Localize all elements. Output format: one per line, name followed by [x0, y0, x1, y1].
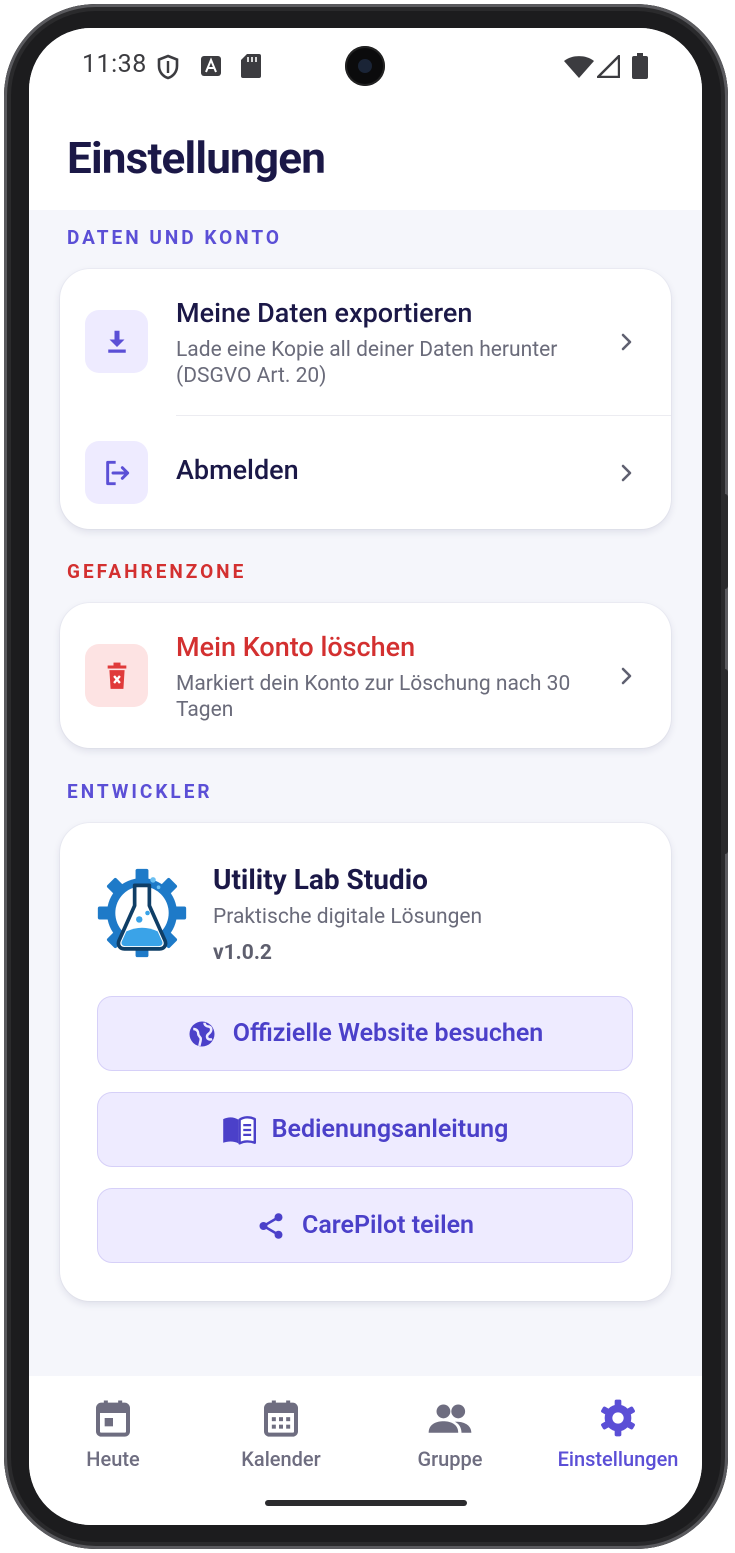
- logout-title: Abmelden: [176, 454, 299, 486]
- visit-website-button[interactable]: Offizielle Website besuchen: [97, 996, 633, 1071]
- logout-row[interactable]: Abmelden: [60, 416, 671, 529]
- screen: 11:38 Einstellungen DATEN UND KONTO Mein…: [29, 28, 702, 1525]
- export-data-title: Meine Daten exportieren: [176, 297, 473, 329]
- chevron-right-icon: [621, 333, 632, 351]
- sd-card-icon: [241, 54, 261, 78]
- nav-item-kalender[interactable]: Kalender: [211, 1398, 351, 1471]
- download-icon-badge: [85, 310, 148, 373]
- signal-icon: [597, 55, 620, 78]
- data-account-card: Meine Daten exportieren Lade eine Kopie …: [60, 269, 671, 529]
- section-label-data-account: DATEN UND KONTO: [67, 226, 283, 249]
- page-title: Einstellungen: [67, 132, 326, 184]
- status-bar: 11:38: [29, 28, 702, 110]
- share-icon: [259, 1212, 283, 1239]
- logout-icon-badge: [85, 441, 148, 504]
- chevron-right-icon: [621, 464, 632, 482]
- export-data-row[interactable]: Meine Daten exportieren Lade eine Kopie …: [60, 269, 671, 415]
- app-version: v1.0.2: [213, 941, 272, 965]
- export-data-subtitle: Lade eine Kopie all deiner Daten herunte…: [176, 338, 558, 388]
- developer-tagline: Praktische digitale Lösungen: [213, 905, 483, 929]
- section-label-danger-zone: GEFAHRENZONE: [67, 560, 247, 583]
- user-manual-button[interactable]: Bedienungsanleitung: [97, 1092, 633, 1167]
- chevron-right-icon: [621, 667, 632, 685]
- user-manual-label: Bedienungsanleitung: [271, 1115, 509, 1144]
- globe-icon: [189, 1021, 215, 1046]
- shield-icon: [157, 54, 179, 80]
- font-a-icon: [201, 56, 221, 76]
- wifi-icon: [564, 56, 594, 78]
- book-icon: [222, 1115, 256, 1145]
- delete-account-subtitle: Markiert dein Konto zur Löschung nach 30…: [176, 672, 571, 722]
- delete-account-row[interactable]: Mein Konto löschen Markiert dein Konto z…: [60, 603, 671, 748]
- battery-icon: [632, 53, 648, 79]
- trash-icon: [107, 662, 126, 689]
- volume-button: [721, 494, 728, 589]
- developer-name: Utility Lab Studio: [213, 863, 428, 896]
- power-button: [721, 669, 728, 854]
- front-camera: [345, 46, 385, 86]
- nav-label-heute: Heute: [86, 1447, 140, 1471]
- nav-label-gruppe: Gruppe: [417, 1447, 483, 1471]
- nav-label-kalender: Kalender: [241, 1447, 321, 1471]
- download-icon: [107, 330, 126, 353]
- visit-website-label: Offizielle Website besuchen: [232, 1019, 544, 1048]
- logout-icon: [105, 460, 129, 485]
- status-time: 11:38: [82, 50, 147, 79]
- danger-zone-card: Mein Konto löschen Markiert dein Konto z…: [60, 603, 671, 748]
- trash-icon-badge: [85, 644, 148, 707]
- nav-item-gruppe[interactable]: Gruppe: [380, 1398, 520, 1471]
- developer-card: Utility Lab Studio Praktische digitale L…: [60, 823, 671, 1301]
- calendar-today-icon: [96, 1400, 130, 1437]
- gear-icon: [601, 1399, 635, 1437]
- section-label-developer: ENTWICKLER: [67, 780, 213, 803]
- share-app-label: CarePilot teilen: [301, 1211, 475, 1240]
- group-icon: [428, 1404, 472, 1433]
- share-app-button[interactable]: CarePilot teilen: [97, 1188, 633, 1263]
- nav-label-einstellungen: Einstellungen: [557, 1447, 679, 1471]
- delete-account-title: Mein Konto löschen: [176, 631, 416, 663]
- app-header: Einstellungen: [29, 110, 702, 210]
- studio-logo-icon: [97, 868, 187, 958]
- nav-item-heute[interactable]: Heute: [43, 1398, 183, 1471]
- nav-item-einstellungen[interactable]: Einstellungen: [548, 1398, 688, 1471]
- calendar-month-icon: [264, 1400, 298, 1437]
- home-indicator[interactable]: [265, 1500, 467, 1506]
